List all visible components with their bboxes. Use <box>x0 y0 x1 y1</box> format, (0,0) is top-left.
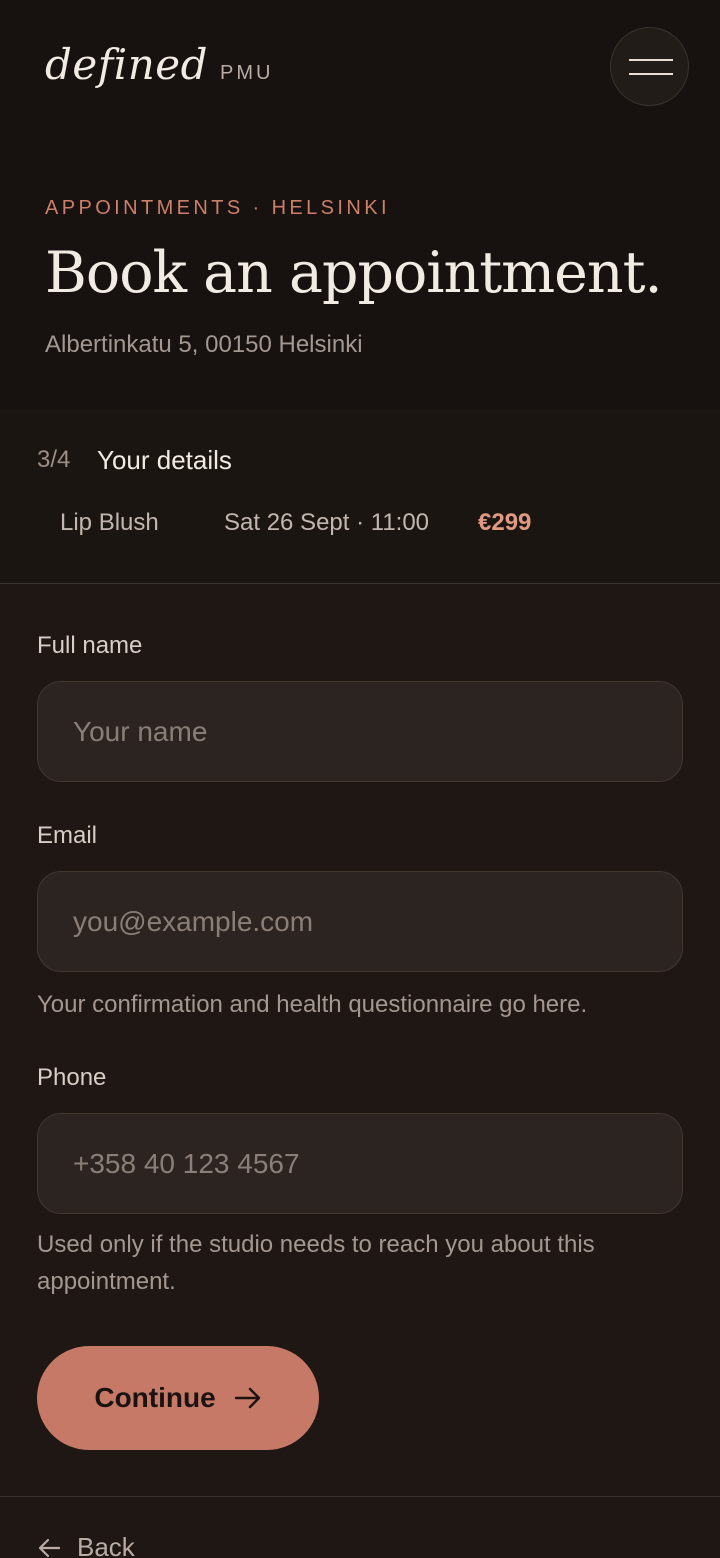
summary-slot: Sat 26 Sept · 11:00 <box>224 509 430 536</box>
full-name-label: Full name <box>37 632 143 659</box>
booking-summary: 3/4 Your details Lip Blush Sat 26 Sept ·… <box>0 410 720 584</box>
phone-label: Phone <box>37 1064 107 1091</box>
phone-input[interactable] <box>37 1113 683 1214</box>
hero-section: defined PMU APPOINTMENTS · HELSINKI Book… <box>0 0 720 410</box>
arrow-left-icon <box>37 1538 61 1558</box>
back-label: Back <box>77 1532 135 1558</box>
menu-button[interactable] <box>610 27 689 106</box>
step-title: Your details <box>97 445 232 475</box>
brand-logo[interactable]: defined PMU <box>45 40 273 89</box>
email-input[interactable] <box>37 871 683 972</box>
continue-label: Continue <box>94 1382 216 1413</box>
hamburger-menu-icon-bar <box>629 73 673 75</box>
arrow-right-icon <box>234 1387 262 1409</box>
hamburger-menu-icon <box>629 59 673 61</box>
continue-button[interactable]: Continue <box>37 1346 319 1450</box>
studio-address: Albertinkatu 5, 00150 Helsinki <box>45 331 363 358</box>
brand-subtitle: PMU <box>220 62 274 84</box>
brand-name: defined <box>45 40 209 89</box>
page-title: Book an appointment. <box>45 240 663 306</box>
footer-divider <box>0 1496 720 1497</box>
full-name-input[interactable] <box>37 681 683 782</box>
back-link[interactable]: Back <box>37 1532 135 1558</box>
summary-price: €299 <box>478 509 532 536</box>
section-eyebrow: APPOINTMENTS · HELSINKI <box>45 197 390 219</box>
phone-hint: Used only if the studio needs to reach y… <box>37 1231 595 1295</box>
email-label: Email <box>37 822 98 849</box>
email-hint: Your confirmation and health questionnai… <box>37 991 588 1018</box>
summary-service: Lip Blush <box>60 509 159 536</box>
step-counter: 3/4 <box>37 446 71 473</box>
